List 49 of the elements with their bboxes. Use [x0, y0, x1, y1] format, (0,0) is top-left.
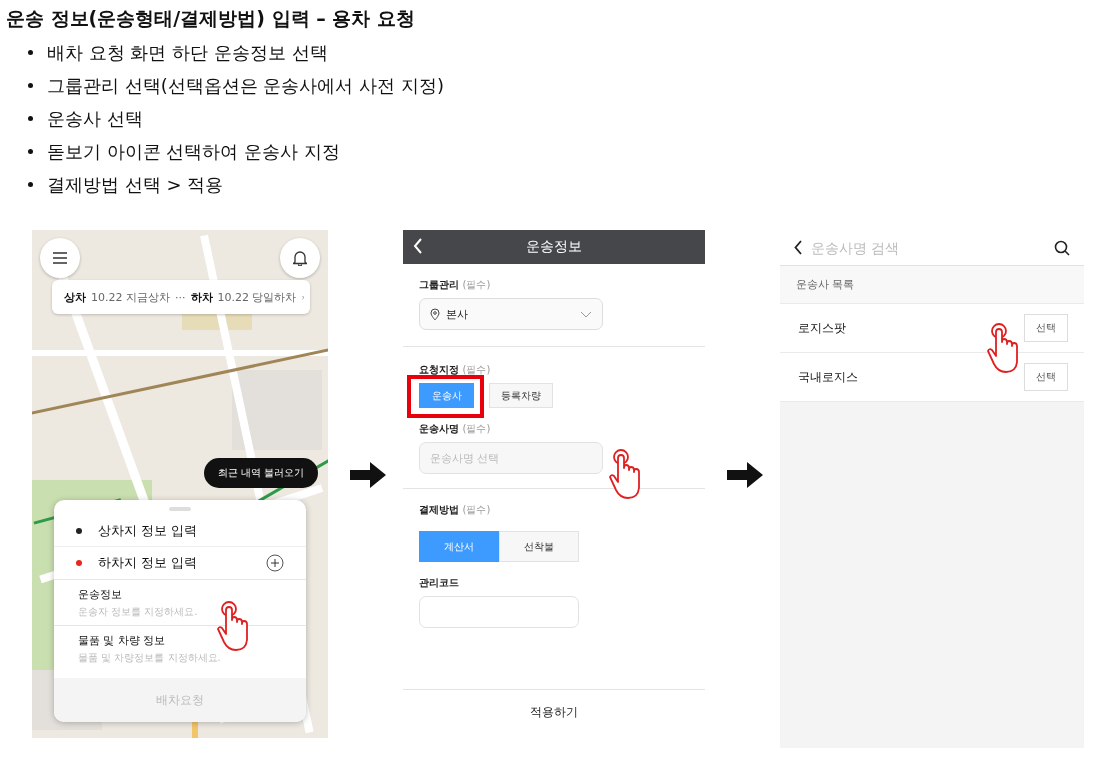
- section-hint: 운송자 정보를 지정하세요.: [78, 605, 199, 619]
- route-bar[interactable]: 상차 10.22 지금상차 ··· 하차 10.22 당일하차: [52, 280, 310, 314]
- location-label[interactable]: 하차지 정보 입력: [98, 554, 198, 572]
- header-title: 운송정보: [526, 238, 582, 256]
- page-title: 운송 정보(운송형태/결제방법) 입력 – 용차 요청: [6, 6, 416, 31]
- step-text: 운송사 선택: [47, 107, 143, 131]
- separator-dots: ···: [175, 290, 186, 304]
- recent-history-button[interactable]: 최근 내역 불러오기: [204, 458, 319, 488]
- location-pin-icon: [430, 307, 440, 321]
- step-text: 돋보기 아이콘 선택하여 운송사 지정: [47, 140, 340, 164]
- field-label: 관리코드: [419, 576, 460, 590]
- bullet-icon: [28, 83, 33, 88]
- search-bar[interactable]: 운송사명 검색: [780, 230, 1084, 266]
- carrier-name-field[interactable]: 운송사명 선택: [419, 442, 603, 474]
- pickup-time: 10.22 지금상차: [91, 289, 170, 305]
- add-icon[interactable]: [266, 554, 284, 572]
- location-label[interactable]: 상차지 정보 입력: [98, 521, 198, 540]
- code-field[interactable]: [419, 596, 579, 628]
- search-icon[interactable]: [1054, 239, 1070, 256]
- bullet-icon: [28, 182, 33, 187]
- section-title[interactable]: 운송정보: [78, 587, 282, 602]
- dropoff-label: 하차: [190, 289, 213, 305]
- list-title: 운송사 목록: [796, 277, 855, 292]
- field-label: 결제방법 (필수): [419, 503, 492, 517]
- chevron-down-icon: [580, 310, 592, 318]
- step-text: 배차 요청 화면 하단 운송정보 선택: [47, 41, 328, 65]
- request-type-option[interactable]: 등록차량: [489, 383, 553, 408]
- pickup-label: 상차: [64, 289, 86, 305]
- bullet-icon: [28, 149, 33, 154]
- payment-option[interactable]: 선착불: [499, 531, 579, 562]
- field-label: 운송사명 (필수): [419, 422, 492, 436]
- select-button[interactable]: 선택: [1024, 363, 1068, 391]
- section-title[interactable]: 물품 및 차량 정보: [78, 633, 282, 648]
- bullet-icon: [28, 50, 33, 55]
- right-arrow-icon: [727, 462, 763, 488]
- dropoff-time: 10.22 당일하차: [217, 289, 297, 305]
- carrier-name: 국내로지스: [798, 368, 858, 386]
- select-button[interactable]: 선택: [1024, 314, 1068, 342]
- carrier-name: 로지스팟: [798, 319, 846, 337]
- step-text: 그룹관리 선택(선택옵션은 운송사에서 사전 지정): [47, 74, 444, 98]
- sheet-handle[interactable]: [169, 507, 191, 511]
- bullet-icon: [28, 116, 33, 121]
- field-label: 요청지정 (필수): [419, 363, 492, 377]
- group-select[interactable]: 본사: [419, 298, 603, 330]
- right-arrow-icon: [350, 462, 386, 488]
- field-label: 그룹관리 (필수): [419, 278, 492, 292]
- back-icon[interactable]: [794, 240, 803, 255]
- step-text: 결제방법 선택 > 적용: [47, 173, 224, 197]
- section-hint: 물품 및 차량정보를 지정하세요.: [78, 651, 222, 665]
